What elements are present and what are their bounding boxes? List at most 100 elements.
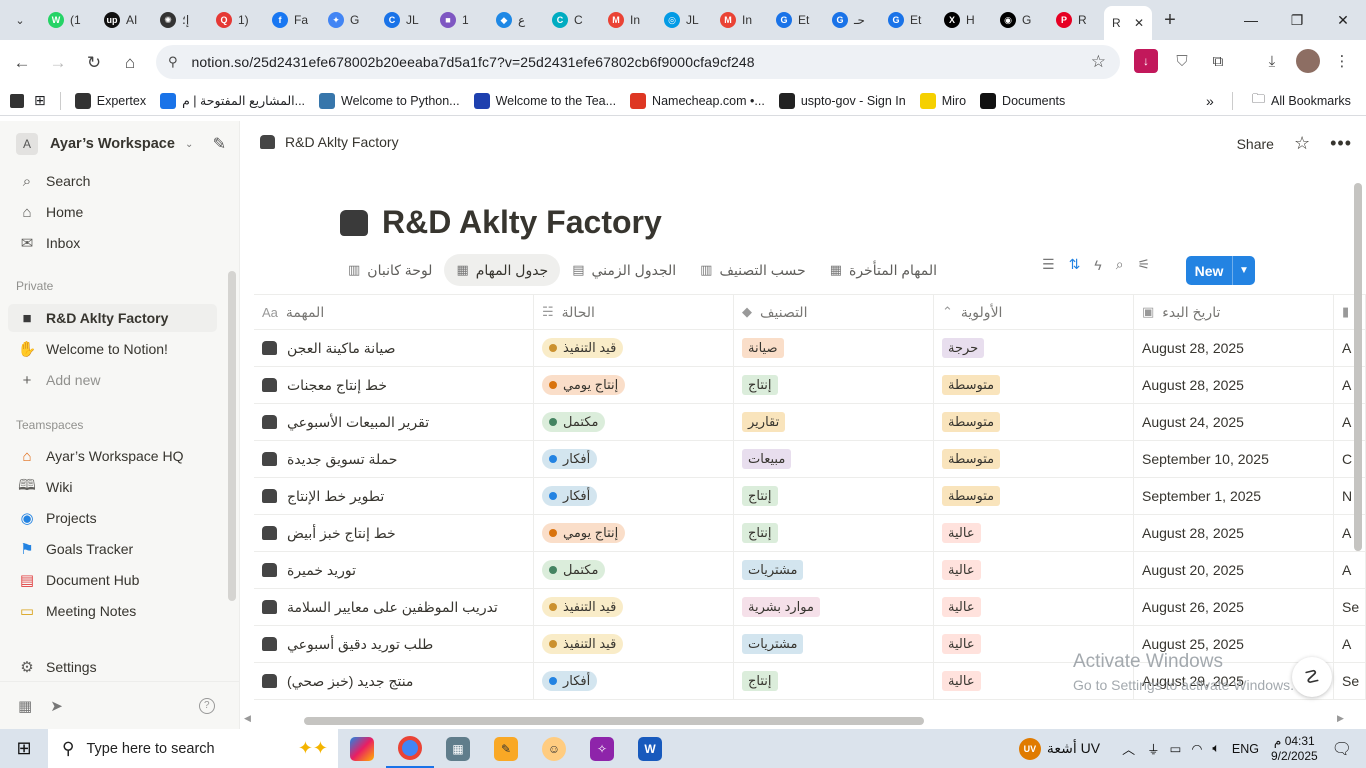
workspace-switcher[interactable]: A Ayar’s Workspace ⌄ ✎ [8,131,232,157]
new-page-icon[interactable]: ✎ [213,134,226,154]
browser-tab[interactable]: G Et [768,4,824,36]
browser-menu-icon[interactable]: ⋮ [1330,49,1354,73]
sidebar-item[interactable]: ⚑ Goals Tracker [8,535,217,563]
search-icon[interactable]: ⌕ [1116,256,1124,273]
category-cell[interactable]: إنتاج [734,515,934,551]
tray-chevron-icon[interactable]: ︿ [1122,739,1135,758]
help-icon[interactable]: ? [198,697,215,714]
tab-search-button[interactable]: ⌄ [0,0,40,40]
automation-icon[interactable]: ϟ [1094,257,1101,273]
browser-tab[interactable]: G حـ [824,4,880,36]
sidebar-item[interactable]: ✋ Welcome to Notion! [8,335,217,363]
start-date-cell[interactable]: September 10, 2025 [1134,441,1334,477]
grid-icon[interactable]: ⊞ [34,92,46,109]
download-icon[interactable]: ⤓ [1260,49,1284,73]
browser-tab[interactable]: G Et [880,4,936,36]
start-date-cell[interactable]: August 28, 2025 [1134,367,1334,403]
windows-start-button[interactable]: ⊞ [0,729,48,768]
priority-cell[interactable]: عالية [934,552,1134,588]
start-date-cell[interactable]: September 1, 2025 [1134,478,1334,514]
category-cell[interactable]: إنتاج [734,478,934,514]
table-row[interactable]: تطوير خط الإنتاج أفكار إنتاج متوسطة Septembe… [254,478,1366,515]
status-cell[interactable]: أفكار [534,441,734,477]
language-indicator[interactable]: ENG [1232,742,1259,756]
bookmark-item[interactable]: Welcome to the Tea... [473,92,616,109]
browser-tab[interactable]: CC [544,4,600,36]
browser-tab[interactable]: ◎ JL [656,4,712,36]
wifi-icon[interactable]: ◠ [1191,741,1202,756]
close-tab-icon[interactable]: ✕ [1134,16,1144,30]
sort-icon[interactable]: ⇅ [1069,256,1081,273]
sidebar-item[interactable]: ▤ Document Hub [8,566,217,594]
sidebar-scrollbar[interactable] [228,271,236,601]
bookmark-star-icon[interactable]: ☆ [1091,52,1106,72]
apps-icon[interactable] [10,93,24,108]
priority-cell[interactable]: متوسطة [934,367,1134,403]
battery-icon[interactable]: ▭ [1170,741,1182,756]
browser-tab[interactable]: W (1 [40,4,96,36]
restore-button[interactable]: ❐ [1274,0,1320,40]
task-cell[interactable]: تدريب الموظفين على معايير السلامة [254,589,534,625]
table-row[interactable]: توريد خميرة مكتمل مشتريات عالية August 20, 2… [254,552,1366,589]
column-header[interactable]: ⌃ الأولوية [934,295,1134,329]
browser-tab[interactable]: C JL [376,4,432,36]
status-cell[interactable]: إنتاج يومي [534,515,734,551]
share-button[interactable]: Share [1237,136,1274,152]
status-cell[interactable]: إنتاج يومي [534,367,734,403]
calculator-app[interactable]: ▦ [434,729,482,768]
next-column-cell[interactable]: A [1334,552,1366,588]
sidebar-item[interactable]: ■ R&D Aklty Factory [8,304,217,332]
active-tab[interactable]: R ✕ [1104,6,1152,40]
notion-ai-button[interactable]: ☡ [1292,657,1332,697]
new-button[interactable]: New ▼ [1186,256,1255,285]
status-cell[interactable]: أفكار [534,478,734,514]
status-cell[interactable]: قيد التنفيذ [534,589,734,625]
column-header[interactable]: ▣ تاريخ البدء [1134,295,1334,329]
browser-tab[interactable]: ◆ ع [488,4,544,36]
bookmark-item[interactable]: Namecheap.com •... [630,92,765,109]
next-column-cell[interactable]: A [1334,626,1366,662]
sidebar-item[interactable]: 🕮 Wiki [8,473,217,501]
table-row[interactable]: تقرير المبيعات الأسبوعي مكتمل تقارير متوسطة… [254,404,1366,441]
column-header[interactable]: ◆ التصنيف [734,295,934,329]
sidebar-item[interactable]: + Add new [8,366,217,394]
status-cell[interactable]: أفكار [534,663,734,699]
priority-cell[interactable]: حرجة [934,330,1134,366]
sidebar-item[interactable]: ◉ Projects [8,504,217,532]
category-cell[interactable]: تقارير [734,404,934,440]
character-app[interactable]: ☺ [530,729,578,768]
breadcrumb[interactable]: R&D Aklty Factory [260,134,399,150]
more-options-icon[interactable]: ••• [1330,133,1352,154]
browser-tab[interactable]: PR [1048,4,1104,36]
task-cell[interactable]: خط إنتاج معجنات [254,367,534,403]
priority-cell[interactable]: متوسطة [934,478,1134,514]
category-cell[interactable]: موارد بشرية [734,589,934,625]
bookmark-item[interactable]: Expertex [74,92,146,109]
start-date-cell[interactable]: August 20, 2025 [1134,552,1334,588]
task-cell[interactable]: خط إنتاج خبز أبيض [254,515,534,551]
address-bar[interactable]: ⚲ notion.so/25d2431efe678002b20eeaba7d5a… [156,45,1120,79]
downloader-extension-icon[interactable]: ↓ [1134,49,1158,73]
bookmark-item[interactable]: Miro [919,92,966,109]
start-date-cell[interactable]: August 28, 2025 [1134,330,1334,366]
volume-icon[interactable]: 🔈︎ [1212,741,1220,756]
task-cell[interactable]: حملة تسويق جديدة [254,441,534,477]
status-cell[interactable]: مكتمل [534,404,734,440]
minimize-button[interactable]: — [1228,0,1274,40]
view-tab[interactable]: ▥ حسب التصنيف [688,254,818,286]
table-row[interactable]: حملة تسويق جديدة أفكار مبيعات متوسطة Septemb… [254,441,1366,478]
clock[interactable]: 04:31 م 9/2/2025 [1271,734,1318,764]
home-button[interactable]: ⌂ [112,45,148,81]
status-cell[interactable]: قيد التنفيذ [534,330,734,366]
sidebar-item[interactable]: ▭ Meeting Notes [8,597,217,625]
status-cell[interactable]: قيد التنفيذ [534,626,734,662]
priority-cell[interactable]: متوسطة [934,404,1134,440]
view-tab[interactable]: ▥ لوحة كانبان [336,254,444,286]
view-tab[interactable]: ▤ الجدول الزمني [560,254,688,286]
scroll-left-icon[interactable]: ◀ [244,713,251,724]
table-row[interactable]: تدريب الموظفين على معايير السلامة قيد الت… [254,589,1366,626]
browser-tab[interactable]: f Fa [264,4,320,36]
table-row[interactable]: صيانة ماكينة العجن قيد التنفيذ صيانة حرجة Au… [254,330,1366,367]
extensions-puzzle-icon[interactable]: ⧉ [1206,49,1230,73]
vertical-scrollbar[interactable] [1354,183,1362,551]
